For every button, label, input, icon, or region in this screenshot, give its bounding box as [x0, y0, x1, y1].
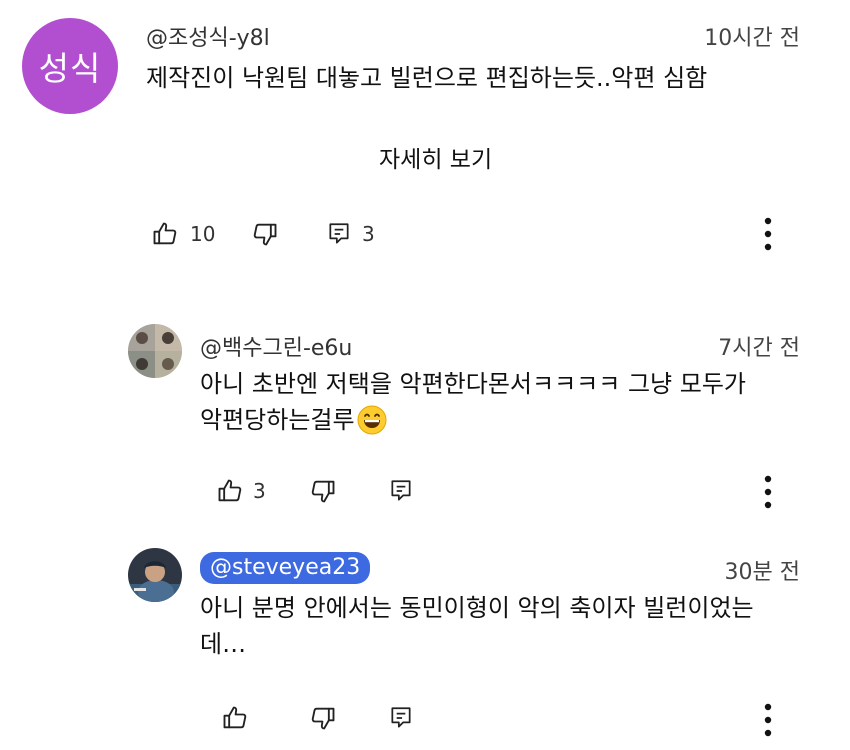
comment-text: 아니 초반엔 저택을 악편한다몬서ㅋㅋㅋㅋ 그냥 모두가 악편당하는걸루: [200, 366, 746, 438]
comment-text: 제작진이 낙원팀 대놓고 빌런으로 편집하는듯..악편 심함: [146, 64, 708, 92]
comment-text-line: 아니 분명 안에서는 동민이형이 악의 축이자 빌런이었는: [200, 594, 754, 622]
thumb-up-icon[interactable]: [220, 704, 250, 732]
reply-icon[interactable]: [387, 477, 415, 505]
comment-author-highlighted[interactable]: @steveyea23: [200, 552, 371, 584]
comment-time: 10시간 전: [704, 26, 800, 51]
thumb-down-icon[interactable]: [308, 704, 338, 732]
thumb-down-icon[interactable]: [308, 477, 338, 505]
comment-time: 7시간 전: [718, 336, 800, 361]
thumb-down-icon[interactable]: [250, 220, 280, 248]
comment-time: 30분 전: [724, 560, 800, 585]
like-count: 10: [190, 222, 216, 246]
more-vert-icon[interactable]: [756, 214, 780, 254]
avatar[interactable]: 성식: [22, 18, 118, 114]
more-vert-icon[interactable]: [756, 472, 780, 512]
comment-text: 아니 분명 안에서는 동민이형이 악의 축이자 빌런이었는 데…: [200, 590, 754, 662]
thumb-up-icon[interactable]: [150, 220, 180, 248]
reply-count: 3: [362, 222, 375, 246]
read-more-link[interactable]: 자세히 보기: [379, 140, 492, 174]
comment-author[interactable]: @조성식-y8l: [146, 20, 270, 52]
like-count: 3: [253, 479, 266, 503]
thumb-up-icon[interactable]: [215, 477, 245, 505]
reply-icon[interactable]: [325, 220, 353, 248]
comment-author[interactable]: @백수그린-e6u: [200, 330, 352, 362]
comment-text-line: 데…: [200, 630, 247, 658]
avatar[interactable]: [128, 548, 182, 602]
more-vert-icon[interactable]: [756, 700, 780, 740]
avatar[interactable]: [128, 324, 182, 378]
avatar-initials: 성식: [38, 49, 102, 88]
comment-text-line: 아니 초반엔 저택을 악편한다몬서ㅋㅋㅋㅋ 그냥 모두가: [200, 370, 746, 398]
comment-text-line: 악편당하는걸루: [200, 406, 355, 434]
reply-icon[interactable]: [387, 704, 415, 732]
grinning-emoji-icon: [357, 405, 387, 435]
